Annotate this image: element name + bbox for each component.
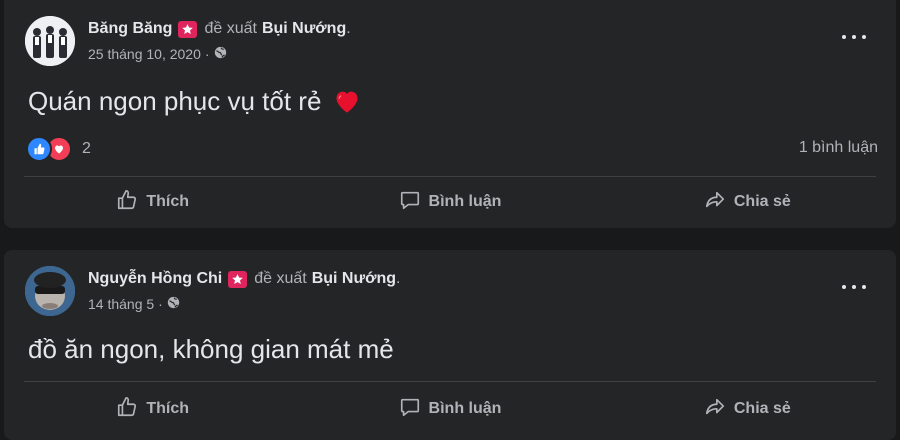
recommended-page-link[interactable]: Bụi Nướng	[312, 270, 396, 288]
post-date[interactable]: 14 tháng 5	[88, 296, 154, 312]
share-button[interactable]: Chia sẻ	[599, 389, 896, 429]
globe-icon	[167, 296, 180, 312]
author-name[interactable]: Nguyễn Hồng Chi	[88, 270, 222, 288]
comment-label: Bình luận	[428, 193, 502, 210]
share-button[interactable]: Chia sẻ	[599, 182, 896, 222]
recommend-badge-icon	[178, 20, 198, 38]
like-button[interactable]: Thích	[4, 389, 301, 429]
reaction-count: 2	[82, 140, 91, 157]
author-name[interactable]: Băng Băng	[88, 20, 172, 38]
more-options-button[interactable]	[842, 282, 866, 292]
share-arrow-icon	[704, 189, 734, 216]
comment-button[interactable]: Bình luận	[301, 389, 598, 429]
comment-icon	[399, 396, 429, 423]
review-post-1: Băng Băng đề xuất Bụi Nướng. 25 tháng 10…	[4, 0, 896, 228]
recommends-label: đề xuất	[254, 270, 307, 287]
like-button[interactable]: Thích	[4, 182, 301, 222]
post-text: Quán ngon phục vụ tốt rẻ	[28, 86, 361, 121]
comment-label: Bình luận	[428, 400, 502, 417]
recommend-badge-icon	[228, 270, 248, 288]
like-reaction-icon	[26, 136, 52, 162]
like-label: Thích	[146, 400, 189, 417]
comment-count-link[interactable]: 1 bình luận	[799, 139, 878, 157]
comment-icon	[399, 189, 429, 216]
reactions-summary[interactable]: 2	[26, 136, 91, 162]
more-options-button[interactable]	[842, 32, 866, 42]
heart-emoji-icon	[333, 88, 361, 121]
recommends-label: đề xuất	[204, 20, 257, 37]
author-avatar[interactable]	[25, 266, 75, 316]
globe-icon	[214, 46, 227, 62]
share-label: Chia sẻ	[733, 193, 791, 210]
thumbs-up-icon	[116, 189, 146, 216]
share-label: Chia sẻ	[733, 400, 791, 417]
divider	[24, 176, 876, 177]
post-text: đồ ăn ngon, không gian mát mẻ	[28, 334, 394, 364]
review-post-2: Nguyễn Hồng Chi đề xuất Bụi Nướng. 14 th…	[4, 250, 896, 440]
comment-button[interactable]: Bình luận	[301, 182, 598, 222]
thumbs-up-icon	[116, 396, 146, 423]
post-date[interactable]: 25 tháng 10, 2020	[88, 46, 201, 62]
recommended-page-link[interactable]: Bụi Nướng	[262, 20, 346, 38]
like-label: Thích	[146, 193, 189, 210]
share-arrow-icon	[704, 396, 734, 423]
divider	[24, 381, 876, 382]
author-avatar[interactable]	[25, 16, 75, 66]
